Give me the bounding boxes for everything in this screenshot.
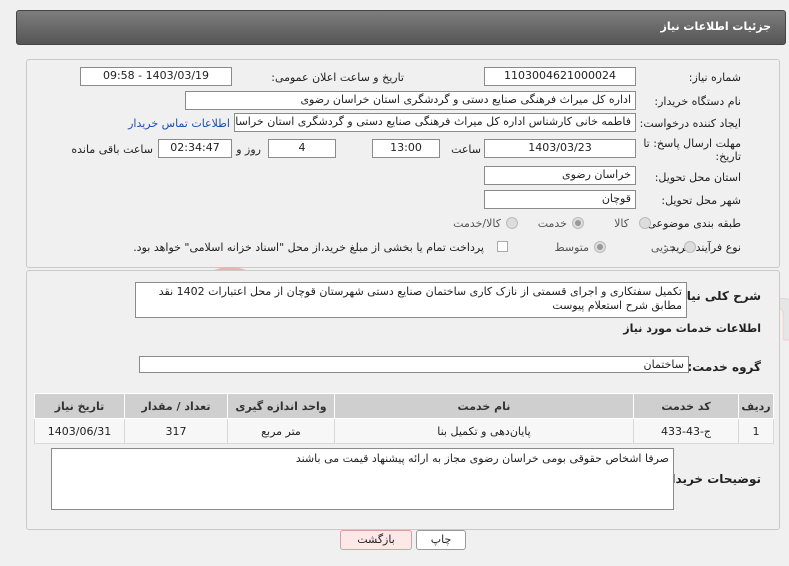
- description-field: تکمیل سفتکاری و اجرای قسمتی از نازک کاری…: [135, 282, 687, 318]
- city-field: قوچان: [484, 190, 636, 209]
- process-radio-medium[interactable]: [594, 241, 606, 253]
- deadline-label: مهلت ارسال پاسخ: تا تاریخ:: [643, 137, 741, 163]
- col-name: نام خدمت: [334, 393, 634, 419]
- table-header-row: ردیف کد خدمت نام خدمت واحد اندازه گیری ت…: [34, 393, 774, 419]
- city-label: شهر محل تحویل:: [661, 194, 741, 207]
- col-row: ردیف: [738, 393, 774, 419]
- col-unit: واحد اندازه گیری: [227, 393, 335, 419]
- days-label: روز و: [236, 143, 261, 156]
- creator-label: ایجاد کننده درخواست:: [639, 117, 741, 130]
- buyer-contact-link[interactable]: اطلاعات تماس خریدار: [128, 117, 230, 130]
- cell-date: 1403/06/31: [34, 418, 125, 444]
- category-option-goods-service: کالا/خدمت: [453, 217, 501, 230]
- province-label: استان محل تحویل:: [654, 171, 741, 184]
- process-option-medium: متوسط: [554, 241, 589, 254]
- buyer-org-field: اداره کل میراث فرهنگی صنایع دستی و گردشگ…: [185, 91, 636, 110]
- buyer-notes-field: صرفا اشخاص حقوقی بومی خراسان رضوی مجاز ب…: [51, 448, 674, 510]
- treasury-payment-checkbox[interactable]: [497, 241, 508, 252]
- cell-name: پایان‌دهی و تکمیل بنا: [334, 418, 634, 444]
- deadline-time-label: ساعت: [451, 143, 481, 156]
- remaining-time-field: 02:34:47: [158, 139, 232, 158]
- treasury-payment-note: پرداخت تمام یا بخشی از مبلغ خرید،از محل …: [133, 241, 484, 254]
- category-option-goods: کالا: [614, 217, 629, 230]
- announce-datetime-field: 1403/03/19 - 09:58: [80, 67, 232, 86]
- buyer-org-label: نام دستگاه خریدار:: [654, 95, 741, 108]
- process-option-minor: جزیی: [650, 241, 676, 254]
- service-group-label: گروه خدمت:: [687, 360, 761, 374]
- table-row: 1 ج-43-433 پایان‌دهی و تکمیل بنا متر مرب…: [34, 418, 774, 444]
- province-field: خراسان رضوی: [484, 166, 636, 185]
- remaining-days-field: 4: [268, 139, 336, 158]
- deadline-time-field: 13:00: [372, 139, 440, 158]
- announce-datetime-label: تاریخ و ساعت اعلان عمومی:: [271, 71, 404, 84]
- description-label: شرح کلی نیاز:: [675, 289, 761, 303]
- need-number-field: 1103004621000024: [484, 67, 636, 86]
- col-code: کد خدمت: [633, 393, 739, 419]
- service-group-field: ساختمان: [139, 356, 689, 373]
- cell-unit: متر مربع: [227, 418, 335, 444]
- deadline-date-field: 1403/03/23: [484, 139, 636, 158]
- category-option-service: خدمت: [537, 217, 567, 230]
- print-button[interactable]: چاپ: [416, 530, 466, 550]
- category-radio-service[interactable]: [572, 217, 584, 229]
- col-date: تاریخ نیاز: [34, 393, 125, 419]
- cell-row: 1: [738, 418, 774, 444]
- cell-qty: 317: [124, 418, 228, 444]
- creator-field: فاطمه خانی کارشناس اداره کل میراث فرهنگی…: [234, 113, 636, 132]
- process-radio-minor[interactable]: [684, 241, 696, 253]
- back-button[interactable]: بازگشت: [340, 530, 412, 550]
- category-label: طبقه بندی موضوعی:: [643, 217, 741, 230]
- category-radio-goods-service[interactable]: [506, 217, 518, 229]
- category-radio-goods[interactable]: [639, 217, 651, 229]
- cell-code: ج-43-433: [633, 418, 739, 444]
- remaining-label: ساعت باقی مانده: [71, 143, 153, 156]
- need-number-label: شماره نیاز:: [688, 71, 741, 84]
- services-table: ردیف کد خدمت نام خدمت واحد اندازه گیری ت…: [34, 393, 774, 444]
- page-title: جزئیات اطلاعات نیاز: [660, 20, 772, 33]
- buyer-notes-label: توضیحات خریدار:: [659, 472, 761, 486]
- page-header: جزئیات اطلاعات نیاز: [16, 10, 786, 45]
- services-section-title: اطلاعات خدمات مورد نیاز: [623, 322, 761, 335]
- col-qty: تعداد / مقدار: [124, 393, 228, 419]
